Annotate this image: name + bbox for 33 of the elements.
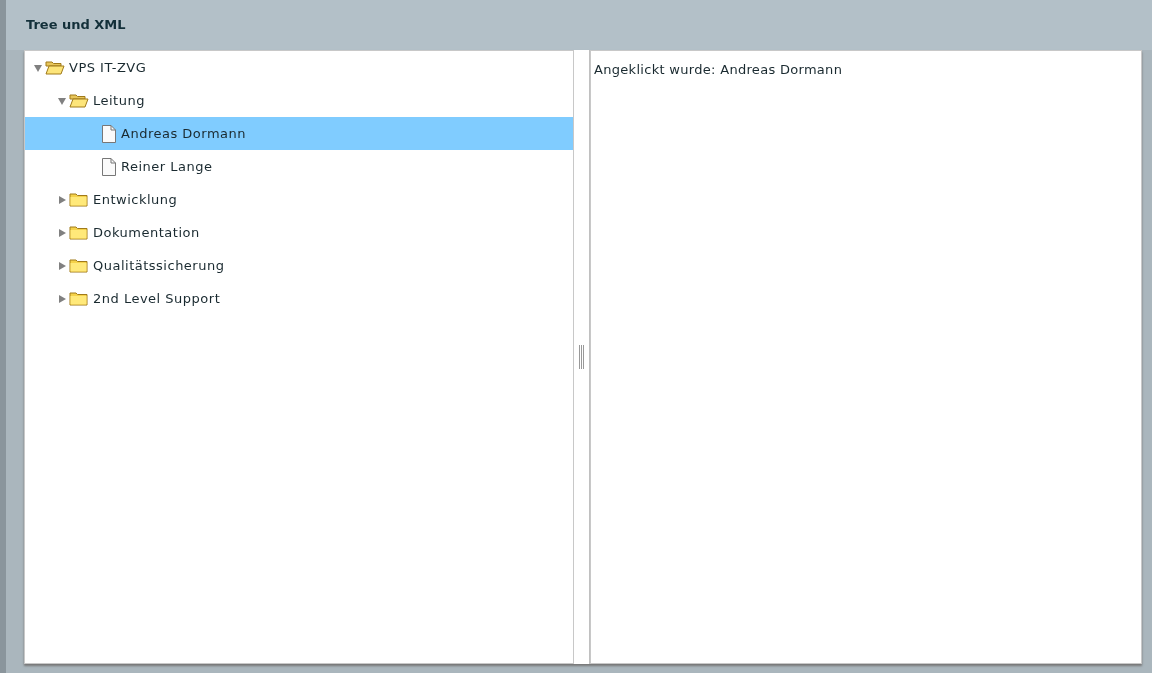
document-icon	[101, 157, 117, 176]
tree-item[interactable]: Dokumentation	[25, 216, 573, 249]
tree-item-label: Entwicklung	[93, 190, 178, 209]
grip-icon[interactable]	[579, 345, 584, 369]
tree-item[interactable]: Leitung	[25, 84, 573, 117]
folder-icon	[69, 225, 89, 240]
tree-item-label: Reiner Lange	[121, 157, 213, 176]
tree-item-label: 2nd Level Support	[93, 289, 221, 308]
tree-item-label: Dokumentation	[93, 223, 200, 242]
collapsed-arrow-icon[interactable]	[57, 260, 67, 271]
tree-item[interactable]: 2nd Level Support	[25, 282, 573, 315]
collapsed-arrow-icon[interactable]	[57, 293, 67, 304]
tree-item-label: VPS IT-ZVG	[69, 58, 147, 77]
tree-item[interactable]: Entwicklung	[25, 183, 573, 216]
expanded-arrow-icon[interactable]	[57, 95, 67, 106]
collapsed-arrow-icon[interactable]	[57, 227, 67, 238]
folder-icon	[69, 258, 89, 273]
tree-item[interactable]: Andreas Dormann	[25, 117, 573, 150]
collapsed-arrow-icon[interactable]	[57, 194, 67, 205]
folder-icon	[69, 291, 89, 306]
tree-item-label: Andreas Dormann	[121, 124, 246, 143]
panel-title: Tree und XML	[26, 16, 126, 35]
folder-icon	[69, 192, 89, 207]
tree-item[interactable]: VPS IT-ZVG	[25, 51, 573, 84]
open-folder-icon	[45, 60, 65, 75]
tree-item[interactable]: Qualitätssicherung	[25, 249, 573, 282]
tree-item[interactable]: Reiner Lange	[25, 150, 573, 183]
expanded-arrow-icon[interactable]	[33, 62, 43, 73]
tree-item-label: Leitung	[93, 91, 145, 110]
detail-text: Angeklickt wurde: Andreas Dormann	[594, 62, 843, 77]
open-folder-icon	[69, 93, 89, 108]
tree-item-label: Qualitätssicherung	[93, 256, 225, 275]
document-icon	[101, 124, 117, 143]
